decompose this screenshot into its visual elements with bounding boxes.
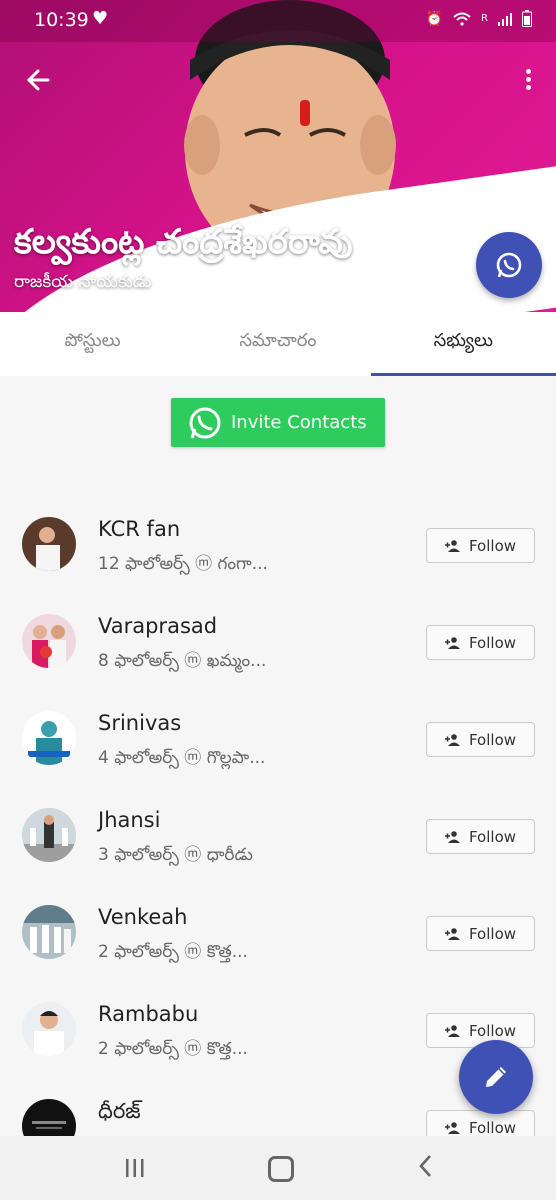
member-name: Jhansi: [98, 808, 161, 832]
avatar: [22, 614, 76, 668]
avatar: [22, 517, 76, 571]
follow-label: Follow: [468, 730, 517, 749]
status-icons: ⏰ R: [426, 10, 532, 27]
member-name: KCR fan: [98, 517, 181, 541]
member-meta: 8 ఫాలోఅర్స్ ⓜ ఖమ్మం...: [98, 651, 267, 671]
member-meta: 2 ఫాలోఅర్స్ ⓜ కొత్త...: [98, 1039, 248, 1059]
wifi-icon: [453, 12, 471, 26]
tab-info[interactable]: సమాచారం: [185, 312, 370, 376]
signal-label: R: [481, 13, 488, 24]
person-add-icon: [444, 733, 460, 746]
follow-label: Follow: [468, 536, 517, 555]
follow-label: Follow: [468, 827, 517, 846]
person-add-icon: [444, 830, 460, 843]
follow-label: Follow: [468, 1118, 517, 1137]
member-row[interactable]: KCR fan 12 ఫాలోఅర్స్ ⓜ గంగా... Follow: [0, 497, 556, 594]
member-meta: 12 ఫాలోఅర్స్ ⓜ గంగా...: [98, 554, 268, 574]
member-meta: 3 ఫాలోఅర్స్ ⓜ ధారీడు: [98, 845, 253, 865]
nav-back-icon[interactable]: [418, 1154, 432, 1185]
member-meta: 4 ఫాలోఅర్స్ ⓜ గొల్లపా...: [98, 748, 266, 768]
follow-button[interactable]: Follow: [426, 722, 535, 757]
whatsapp-share-button[interactable]: [476, 232, 542, 298]
avatar: [22, 1002, 76, 1056]
member-name: Srinivas: [98, 711, 182, 735]
profile-name: కల్వకుంట్ల చంద్రశేఖరరావు: [14, 222, 353, 262]
follow-button[interactable]: Follow: [426, 625, 535, 660]
avatar: [22, 711, 76, 765]
whatsapp-icon: [496, 252, 522, 278]
signal-icon: [498, 12, 512, 26]
status-bar: 10:39 ♥ ⏰ R: [0, 0, 556, 42]
invite-contacts-button[interactable]: Invite Contacts: [171, 398, 385, 447]
member-name: Rambabu: [98, 1002, 199, 1026]
member-row[interactable]: Varaprasad 8 ఫాలోఅర్స్ ⓜ ఖమ్మం... Follow: [0, 594, 556, 691]
battery-icon: [522, 10, 532, 27]
whatsapp-icon: [189, 407, 221, 438]
person-add-icon: [444, 1024, 460, 1037]
member-name: Varaprasad: [98, 614, 218, 638]
follow-button[interactable]: Follow: [426, 819, 535, 854]
follow-label: Follow: [468, 633, 517, 652]
tab-members[interactable]: సభ్యులు: [370, 312, 556, 376]
pencil-icon: [486, 1067, 506, 1087]
member-name: Venkeah: [98, 905, 188, 929]
status-time: 10:39: [34, 9, 89, 31]
follow-button[interactable]: Follow: [426, 528, 535, 563]
person-add-icon: [444, 927, 460, 940]
alarm-icon: ⏰: [425, 10, 444, 27]
system-nav-bar: [0, 1136, 556, 1200]
person-add-icon: [444, 539, 460, 552]
avatar: [22, 808, 76, 862]
home-icon[interactable]: [268, 1156, 294, 1182]
tab-posts[interactable]: పోస్టులు: [0, 312, 185, 376]
recents-icon[interactable]: [124, 1158, 146, 1178]
heart-icon: ♥: [92, 8, 109, 29]
invite-contacts-label: Invite Contacts: [231, 412, 367, 433]
follow-label: Follow: [468, 1021, 517, 1040]
tab-bar: పోస్టులు సమాచారం సభ్యులు: [0, 312, 556, 376]
profile-role: రాజకీయ నాయకుడు: [14, 272, 152, 292]
member-name: ధీరజ్: [98, 1099, 141, 1123]
member-row[interactable]: Jhansi 3 ఫాలోఅర్స్ ⓜ ధారీడు Follow: [0, 788, 556, 885]
avatar: [22, 905, 76, 959]
follow-label: Follow: [468, 924, 517, 943]
person-add-icon: [444, 1121, 460, 1134]
compose-post-button[interactable]: [459, 1040, 533, 1114]
follow-button[interactable]: Follow: [426, 916, 535, 951]
more-vert-icon[interactable]: [522, 66, 534, 96]
back-arrow-icon[interactable]: [24, 66, 54, 96]
member-row[interactable]: Srinivas 4 ఫాలోఅర్స్ ⓜ గొల్లపా... Follow: [0, 691, 556, 788]
member-meta: 2 ఫాలోఅర్స్ ⓜ కొత్త...: [98, 942, 248, 962]
member-row[interactable]: Venkeah 2 ఫాలోఅర్స్ ⓜ కొత్త... Follow: [0, 885, 556, 982]
person-add-icon: [444, 636, 460, 649]
